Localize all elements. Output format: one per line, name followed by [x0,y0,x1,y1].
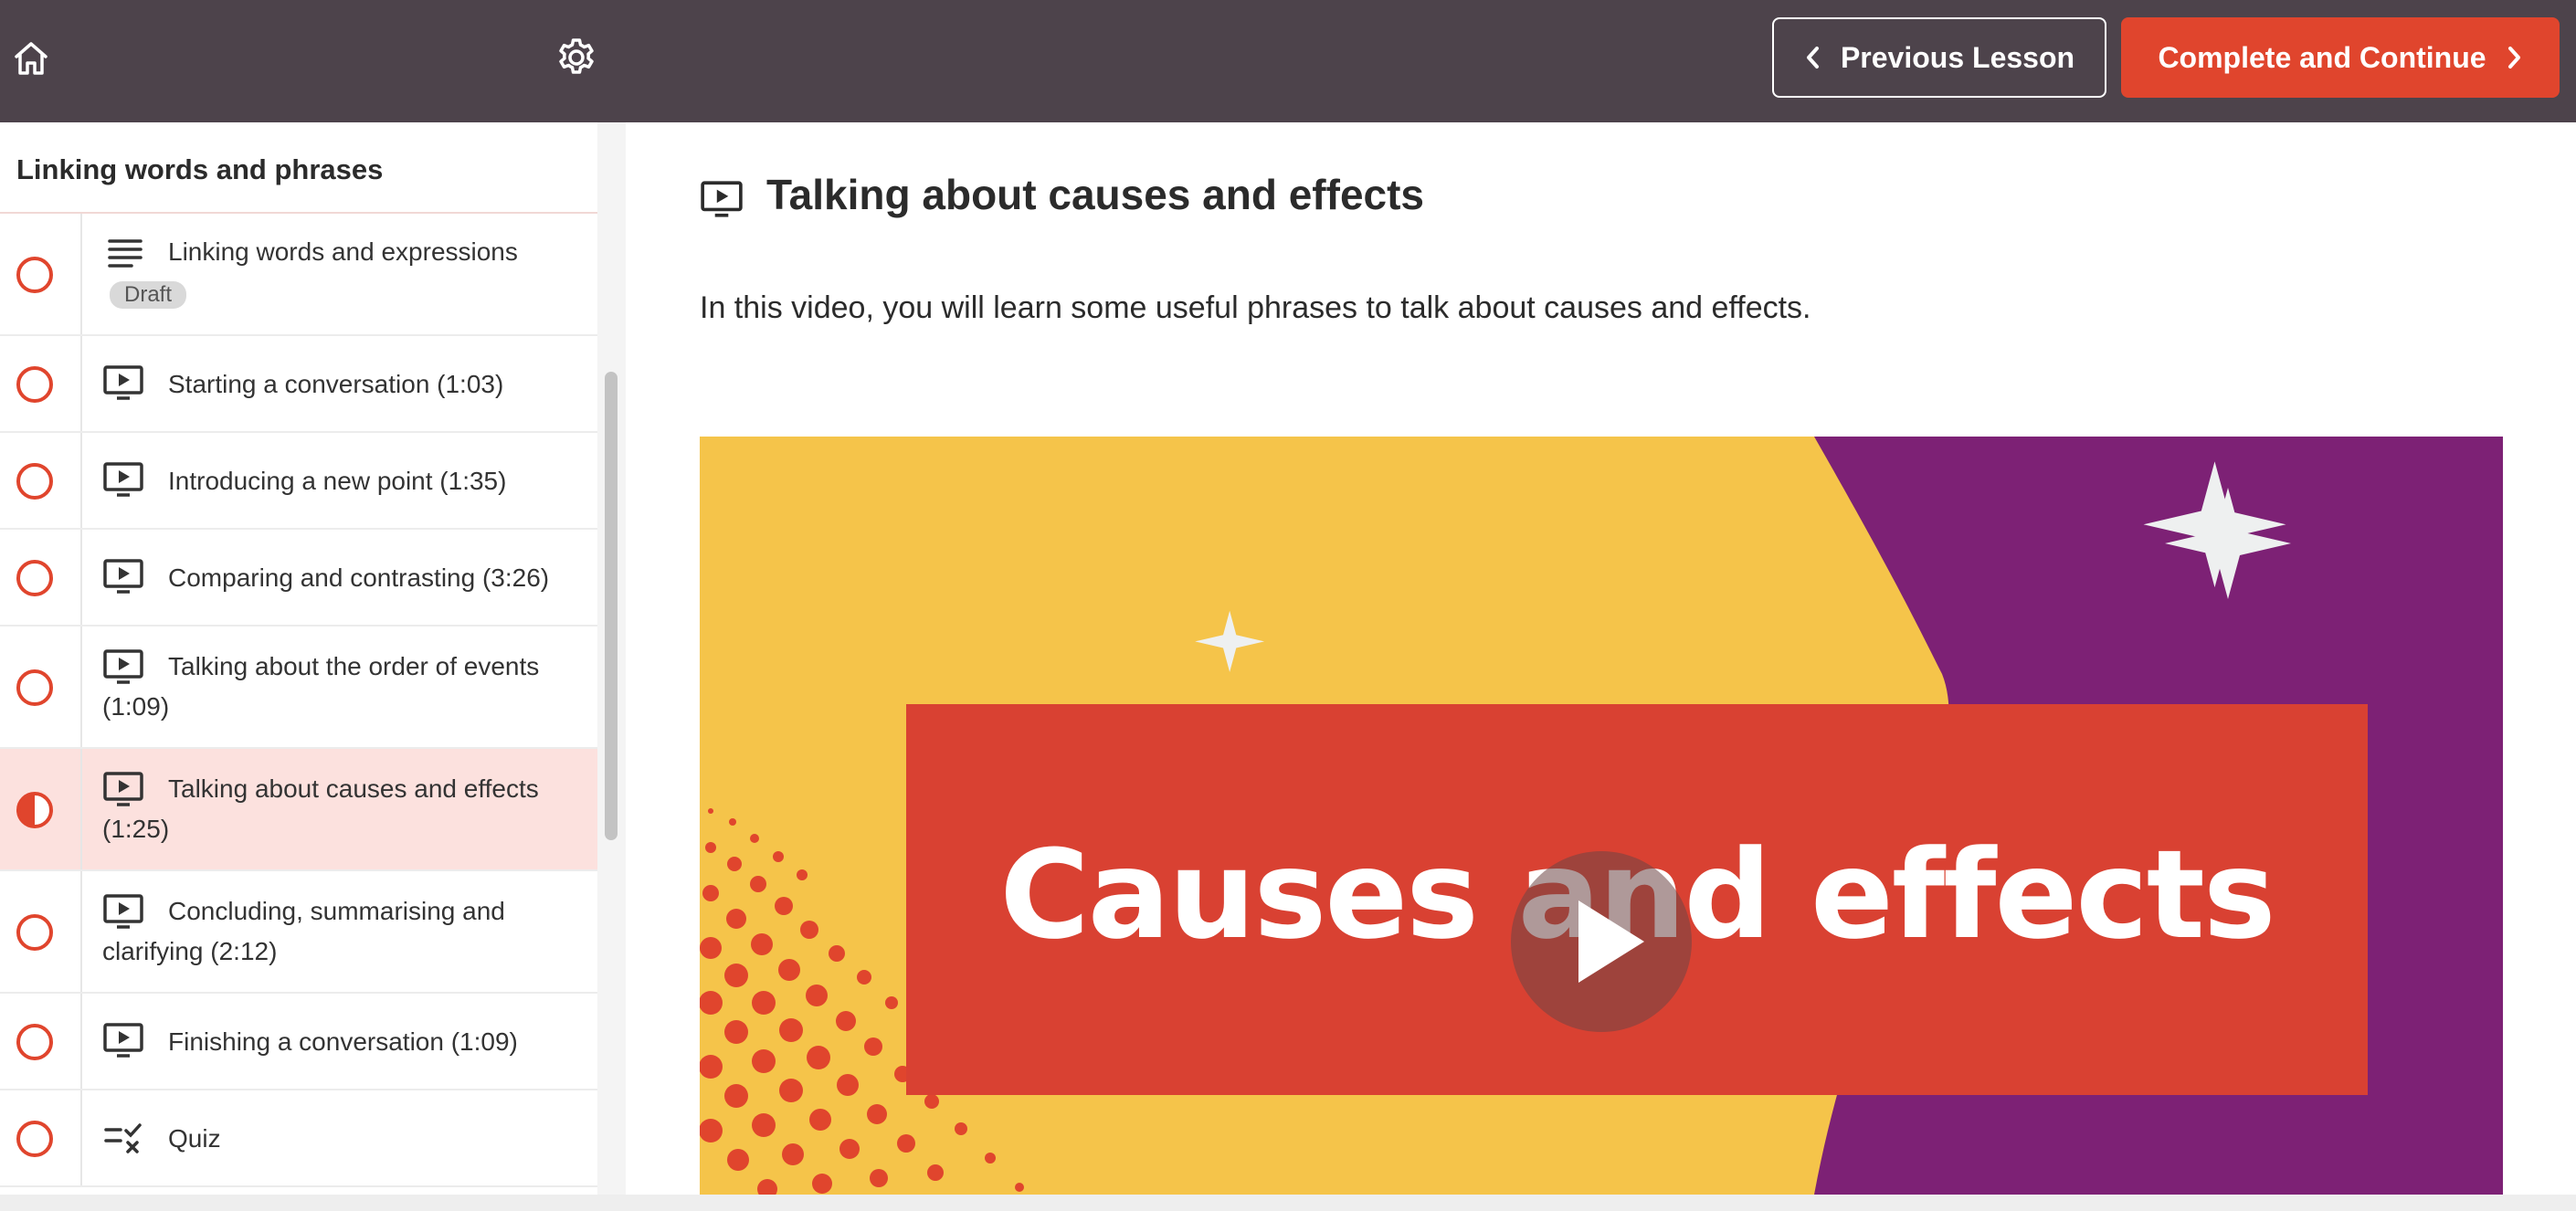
lesson-item-linking-words-and-expressions[interactable]: Linking words and expressions Draft [0,214,597,336]
incomplete-circle-icon[interactable] [16,914,53,951]
incomplete-circle-icon[interactable] [16,366,53,403]
sidebar-header [0,0,626,122]
bottom-edge [0,1195,2576,1211]
incomplete-circle-icon[interactable] [16,560,53,596]
lesson-item-starting-a-conversation[interactable]: Starting a conversation (1:03) [0,336,597,433]
course-sidebar: Linking words and phrases Linking words … [0,0,626,1211]
in-progress-circle-icon[interactable] [16,792,53,828]
section-title: Linking words and phrases [16,153,384,185]
lesson-title: Talking about causes and effects [766,171,1425,218]
lesson-list: Linking words and expressions Draft Star… [0,214,597,1187]
lesson-description: In this video, you will learn some usefu… [700,290,1811,325]
chevron-right-icon [2507,47,2520,68]
gear-icon[interactable] [555,37,597,79]
complete-and-continue-label: Complete and Continue [2158,40,2486,74]
video-icon [701,181,743,217]
lesson-item-finishing-a-conversation[interactable]: Finishing a conversation (1:09) [0,994,597,1090]
play-button-icon[interactable] [1511,851,1692,1032]
home-icon[interactable] [11,38,51,79]
chevron-left-icon [1806,47,1819,68]
previous-lesson-button[interactable]: Previous Lesson [1772,17,2106,98]
lesson-item-order-of-events[interactable]: Talking about the order of events (1:09) [0,627,597,749]
lesson-label: Concluding, summarising and clarifying (… [102,897,505,965]
sidebar-scrollbar-thumb[interactable] [605,372,618,840]
previous-lesson-label: Previous Lesson [1840,40,2075,74]
incomplete-circle-icon[interactable] [16,463,53,500]
lesson-label: Introducing a new point (1:35) [168,467,507,495]
lesson-label: Linking words and expressions [168,237,518,266]
lesson-item-introducing-a-new-point[interactable]: Introducing a new point (1:35) [0,433,597,530]
draft-badge: Draft [110,281,187,309]
lesson-label: Comparing and contrasting (3:26) [168,563,550,592]
incomplete-circle-icon[interactable] [16,257,53,293]
lesson-item-comparing-and-contrasting[interactable]: Comparing and contrasting (3:26) [0,530,597,627]
incomplete-circle-icon[interactable] [16,1121,53,1157]
lesson-label: Starting a conversation (1:03) [168,370,504,398]
lesson-label: Talking about causes and effects (1:25) [102,774,539,843]
incomplete-circle-icon[interactable] [16,669,53,706]
lesson-label: Quiz [168,1124,221,1153]
complete-and-continue-button[interactable]: Complete and Continue [2121,17,2560,98]
lesson-item-concluding-summarising[interactable]: Concluding, summarising and clarifying (… [0,871,597,994]
incomplete-circle-icon[interactable] [16,1024,53,1060]
lesson-label: Talking about the order of events (1:09) [102,652,540,721]
lesson-item-causes-and-effects[interactable]: Talking about causes and effects (1:25) [0,749,597,871]
lesson-item-quiz[interactable]: Quiz [0,1090,597,1187]
lesson-label: Finishing a conversation (1:09) [168,1027,518,1056]
video-player[interactable]: Causes and effects [700,437,2503,1195]
